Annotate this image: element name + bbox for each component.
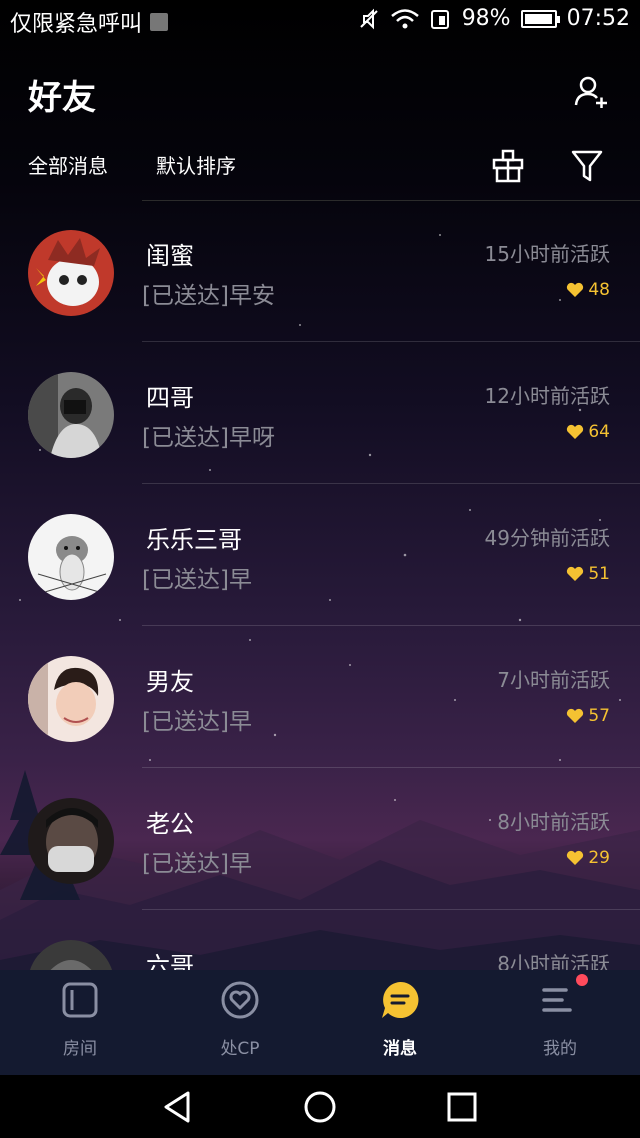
bottom-tab-bar: 房间 处CP 消息 我的 bbox=[0, 970, 640, 1075]
tab-label: 消息 bbox=[383, 1039, 417, 1059]
system-nav-bar bbox=[0, 1075, 640, 1138]
battery-percent: 98% bbox=[461, 6, 511, 31]
tab-label: 房间 bbox=[63, 1039, 97, 1059]
gift-icon[interactable] bbox=[490, 148, 526, 184]
intimacy-value: 48 bbox=[588, 280, 610, 300]
friend-name: 乐乐三哥 bbox=[146, 526, 242, 554]
all-messages-filter[interactable]: 全部消息 bbox=[28, 150, 108, 179]
last-message: [已送达]早 bbox=[142, 567, 252, 593]
last-active: 49分钟前活跃 bbox=[484, 526, 610, 550]
image-notification-icon bbox=[150, 13, 169, 31]
intimacy-score: 57 bbox=[566, 706, 610, 726]
recents-icon[interactable] bbox=[442, 1087, 482, 1127]
last-message: [已送达]早 bbox=[142, 709, 252, 735]
filter-icon[interactable] bbox=[570, 148, 604, 184]
friend-name: 闺蜜 bbox=[146, 242, 194, 270]
back-icon[interactable] bbox=[158, 1087, 198, 1127]
profile-menu-icon bbox=[542, 988, 572, 1012]
tab-room[interactable]: 房间 bbox=[0, 970, 160, 1075]
intimacy-score: 64 bbox=[566, 422, 610, 442]
room-icon bbox=[62, 982, 98, 1018]
friend-row[interactable]: 六哥 8小时前活跃 bbox=[0, 910, 640, 970]
tab-label: 处CP bbox=[220, 1039, 260, 1059]
tab-messages[interactable]: 消息 bbox=[320, 970, 480, 1075]
last-message: [已送达]早呀 bbox=[142, 425, 275, 451]
status-bar-left: 仅限紧急呼叫 bbox=[10, 6, 169, 38]
heart-circle-icon bbox=[221, 981, 259, 1019]
last-active: 8小时前活跃 bbox=[497, 952, 610, 970]
clock: 07:52 bbox=[566, 6, 630, 31]
friend-row[interactable]: 男友 [已送达]早 7小时前活跃 57 bbox=[0, 626, 640, 768]
avatar[interactable] bbox=[28, 230, 114, 316]
friend-name: 男友 bbox=[146, 668, 194, 696]
intimacy-value: 51 bbox=[588, 564, 610, 584]
home-icon[interactable] bbox=[300, 1087, 340, 1127]
add-friend-icon[interactable] bbox=[574, 74, 608, 108]
intimacy-value: 29 bbox=[588, 848, 610, 868]
last-message: [已送达]早 bbox=[142, 851, 252, 877]
friend-name: 四哥 bbox=[146, 384, 194, 412]
avatar[interactable] bbox=[28, 798, 114, 884]
heart-icon bbox=[567, 424, 584, 439]
intimacy-score: 48 bbox=[566, 280, 610, 300]
intimacy-score: 51 bbox=[566, 564, 610, 584]
friend-row[interactable]: 老公 [已送达]早 8小时前活跃 29 bbox=[0, 768, 640, 910]
intimacy-value: 57 bbox=[588, 706, 610, 726]
message-icon bbox=[382, 981, 419, 1018]
tab-profile[interactable]: 我的 bbox=[480, 970, 640, 1075]
last-active: 15小时前活跃 bbox=[484, 242, 610, 266]
last-active: 8小时前活跃 bbox=[497, 810, 610, 834]
friend-row[interactable]: 闺蜜 [已送达]早安 15小时前活跃 48 bbox=[0, 200, 640, 342]
friend-row[interactable]: 乐乐三哥 [已送达]早 49分钟前活跃 51 bbox=[0, 484, 640, 626]
avatar[interactable] bbox=[28, 514, 114, 600]
sort-dropdown[interactable]: 默认排序 bbox=[156, 150, 236, 179]
heart-icon bbox=[567, 708, 584, 723]
heart-icon bbox=[567, 282, 584, 297]
wifi-icon bbox=[390, 8, 419, 28]
carrier-text: 仅限紧急呼叫 bbox=[10, 12, 143, 37]
tab-label: 我的 bbox=[543, 1039, 577, 1059]
last-active: 12小时前活跃 bbox=[484, 384, 610, 408]
intimacy-value: 64 bbox=[588, 422, 610, 442]
last-message: [已送达]早安 bbox=[142, 283, 275, 309]
tab-cp[interactable]: 处CP bbox=[160, 970, 320, 1075]
mute-icon bbox=[359, 8, 378, 29]
battery-icon bbox=[520, 9, 560, 28]
intimacy-score: 29 bbox=[566, 848, 610, 868]
heart-icon bbox=[567, 566, 584, 581]
last-active: 7小时前活跃 bbox=[497, 668, 610, 692]
avatar[interactable] bbox=[28, 940, 114, 970]
status-bar-right: 98% 07:52 bbox=[358, 6, 630, 31]
notification-dot bbox=[576, 974, 588, 986]
friend-row[interactable]: 四哥 [已送达]早呀 12小时前活跃 64 bbox=[0, 342, 640, 484]
friend-name: 六哥 bbox=[146, 952, 194, 970]
heart-icon bbox=[567, 850, 584, 865]
avatar[interactable] bbox=[28, 656, 114, 742]
avatar[interactable] bbox=[28, 372, 114, 458]
sim-icon bbox=[430, 9, 449, 29]
friend-list[interactable]: 闺蜜 [已送达]早安 15小时前活跃 48 四哥 [已送达]早呀 12小时前活跃… bbox=[0, 200, 640, 970]
friend-name: 老公 bbox=[146, 810, 194, 838]
page-title: 好友 bbox=[28, 78, 96, 118]
